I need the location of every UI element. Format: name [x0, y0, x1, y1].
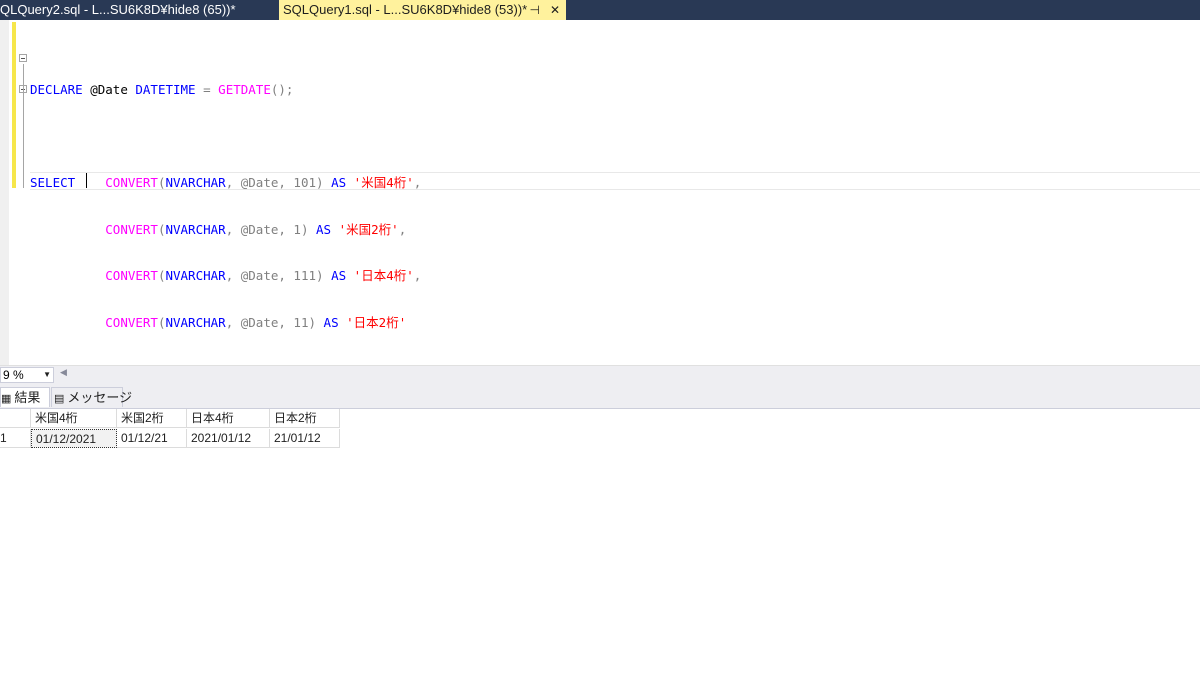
tab-sqlquery2[interactable]: QLQuery2.sql - L...SU6K8D¥hide8 (65))*	[0, 0, 278, 20]
row-number-header[interactable]	[0, 409, 31, 428]
grid-icon: ▦	[1, 393, 12, 405]
tab-sqlquery1-label: SQLQuery1.sql - L...SU6K8D¥hide8 (53))*	[283, 2, 528, 17]
chevron-down-icon[interactable]: ▼	[43, 368, 51, 382]
close-icon[interactable]: ✕	[550, 0, 560, 20]
tab-results[interactable]: ▦ 結果	[0, 387, 50, 407]
grid-cell-selected[interactable]: 01/12/2021	[31, 429, 117, 448]
editor-margin	[0, 20, 9, 365]
tab-results-label: 結果	[14, 390, 41, 405]
code-text[interactable]: DECLARE @Date DATETIME = GETDATE(); SELE…	[30, 51, 421, 361]
column-header[interactable]: 日本4桁	[187, 409, 270, 428]
tab-messages-label: メッセージ	[67, 390, 133, 405]
collapse-icon[interactable]	[19, 54, 27, 62]
code-line-declare: DECLARE @Date DATETIME = GETDATE();	[30, 82, 294, 97]
change-tracking-bar	[12, 22, 16, 188]
scroll-left-icon[interactable]: ◀	[60, 368, 67, 378]
column-header[interactable]: 日本2桁	[270, 409, 340, 428]
tab-sqlquery2-label: QLQuery2.sql - L...SU6K8D¥hide8 (65))*	[0, 2, 236, 17]
code-line-select-3: CONVERT(NVARCHAR, @Date, 111) AS '日本4桁',	[105, 268, 422, 283]
code-line-select-2: CONVERT(NVARCHAR, @Date, 1) AS '米国2桁',	[105, 221, 407, 237]
document-tab-bar: QLQuery2.sql - L...SU6K8D¥hide8 (65))* S…	[0, 0, 1200, 20]
row-number[interactable]: 1	[0, 429, 31, 448]
column-header[interactable]: 米国2桁	[117, 409, 187, 428]
column-header[interactable]: 米国4桁	[31, 409, 117, 428]
grid-cell[interactable]: 2021/01/12	[187, 429, 270, 448]
messages-icon: ▤	[54, 393, 65, 405]
zoom-value: 9 %	[3, 368, 24, 382]
grid-cell[interactable]: 21/01/12	[270, 429, 340, 448]
tab-messages[interactable]: ▤ メッセージ	[51, 387, 132, 407]
code-line-select-1: SELECT CONVERT(NVARCHAR, @Date, 101) AS …	[30, 175, 422, 190]
fold-guide-line	[23, 64, 25, 188]
code-line-select-4: CONVERT(NVARCHAR, @Date, 11) AS '日本2桁'	[105, 314, 407, 330]
zoom-dropdown[interactable]: 9 % ▼	[0, 367, 54, 383]
pin-icon[interactable]: ⊣	[530, 0, 540, 20]
zoom-bar: 9 % ▼ ◀	[0, 365, 1200, 385]
results-tab-strip: ▦ 結果 ▤ メッセージ	[0, 384, 1200, 409]
tab-sqlquery1[interactable]: SQLQuery1.sql - L...SU6K8D¥hide8 (53))* …	[279, 0, 566, 20]
grid-cell[interactable]: 01/12/21	[117, 429, 187, 448]
query-editor[interactable]: DECLARE @Date DATETIME = GETDATE(); SELE…	[0, 20, 1200, 365]
